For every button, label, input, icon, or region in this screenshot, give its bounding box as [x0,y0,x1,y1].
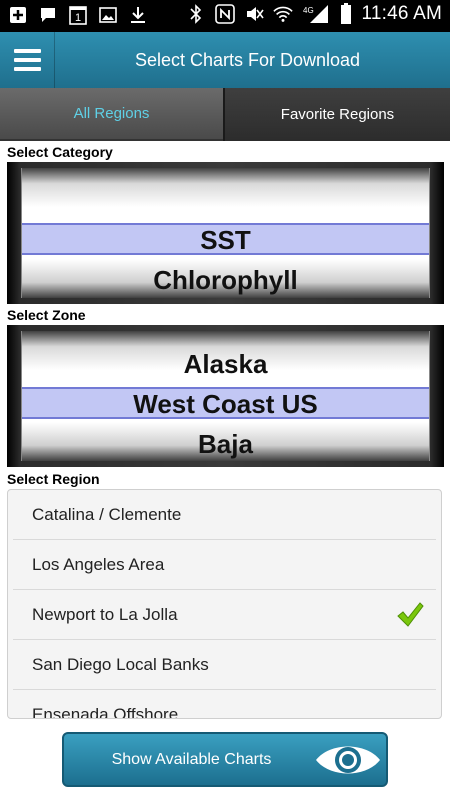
zone-picker[interactable]: Alaska West Coast US Baja [7,325,444,467]
status-right-icons: 4G 11:46 AM [186,3,442,25]
tab-all-regions[interactable]: All Regions [0,88,223,141]
mute-icon [244,4,264,24]
zone-option[interactable]: Alaska [22,344,429,384]
category-option[interactable]: Chlorophyll [22,260,429,300]
status-bar: 1 4G 11:46 AM [0,0,450,32]
calendar-icon: 1 [68,5,88,25]
list-item[interactable]: Catalina / Clemente [13,490,436,540]
download-icon [128,5,148,25]
network-type: 4G [303,6,314,15]
battery-icon [339,3,353,24]
category-drum[interactable]: SST Chlorophyll [21,168,430,298]
category-option[interactable] [22,180,429,220]
region-name: Ensenada Offshore [32,705,179,719]
hamburger-menu-icon[interactable] [0,32,55,88]
list-item[interactable]: San Diego Local Banks [13,640,436,690]
zone-drum[interactable]: Alaska West Coast US Baja [21,331,430,461]
add-icon [8,5,28,25]
region-tabs: All Regions Favorite Regions [0,88,450,141]
zone-label: Select Zone [7,307,86,323]
image-icon [98,5,118,25]
nfc-icon [214,4,235,24]
region-list[interactable]: Catalina / Clemente Los Angeles Area New… [7,489,442,719]
region-name: San Diego Local Banks [32,655,209,674]
zone-option-selected[interactable]: West Coast US [22,384,429,424]
message-icon [38,5,58,25]
tab-favorite-regions[interactable]: Favorite Regions [223,88,450,141]
category-option-selected[interactable]: SST [22,220,429,260]
region-name: Newport to La Jolla [32,605,178,624]
clock-time: 11:46 AM [361,3,442,24]
list-item[interactable]: Ensenada Offshore [13,690,436,719]
list-item[interactable]: Los Angeles Area [13,540,436,590]
status-left-icons: 1 [8,5,148,25]
category-label: Select Category [7,144,113,160]
bluetooth-icon [186,4,206,24]
show-button-label: Show Available Charts [111,751,272,768]
show-available-charts-button[interactable]: Show Available Charts [62,732,388,787]
signal-icon: 4G [302,4,330,24]
app-toolbar: Select Charts For Download [0,32,450,88]
region-name: Catalina / Clemente [32,505,182,524]
wifi-icon [272,4,293,24]
eye-icon [316,746,380,774]
zone-option[interactable]: Baja [22,424,429,464]
list-item[interactable]: Newport to La Jolla [13,590,436,640]
category-picker[interactable]: SST Chlorophyll [7,162,444,304]
page-title: Select Charts For Download [134,50,361,70]
region-name: Los Angeles Area [32,555,165,574]
region-label: Select Region [7,471,100,487]
checkmark-icon [397,602,424,627]
calendar-day: 1 [75,12,81,24]
